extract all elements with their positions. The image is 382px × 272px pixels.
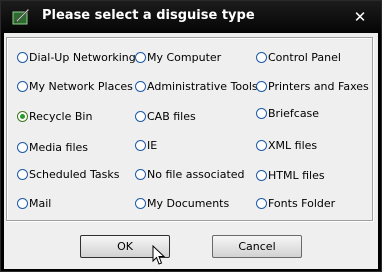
option-label: Briefcase	[268, 106, 320, 120]
application-icon	[12, 8, 34, 26]
option-label: Recycle Bin	[29, 109, 93, 123]
option-my-network-places[interactable]: My Network Places	[17, 78, 133, 94]
cancel-button[interactable]: Cancel	[212, 235, 302, 258]
option-fonts-folder[interactable]: Fonts Folder	[256, 195, 335, 211]
radio-icon[interactable]	[135, 51, 146, 63]
option-label: HTML files	[268, 168, 325, 182]
option-label: Control Panel	[268, 50, 341, 64]
radio-icon[interactable]	[135, 110, 146, 122]
radio-icon[interactable]	[256, 197, 267, 209]
radio-icon[interactable]	[135, 197, 146, 209]
option-label: My Documents	[147, 196, 230, 210]
option-scheduled-tasks[interactable]: Scheduled Tasks	[17, 166, 120, 182]
option-label: My Network Places	[29, 79, 133, 93]
radio-icon[interactable]	[17, 51, 28, 63]
option-printers-and-faxes[interactable]: Printers and Faxes	[256, 78, 369, 94]
radio-icon[interactable]	[256, 139, 267, 151]
option-label: Scheduled Tasks	[29, 167, 120, 181]
mouse-pointer-icon	[152, 244, 166, 267]
radio-icon[interactable]	[17, 168, 28, 180]
option-label: Media files	[29, 140, 89, 154]
option-html-files[interactable]: HTML files	[256, 167, 325, 183]
option-xml-files[interactable]: XML files	[256, 137, 317, 153]
radio-icon[interactable]	[256, 107, 267, 119]
option-label: CAB files	[147, 109, 196, 123]
option-label: No file associated	[147, 167, 245, 181]
option-label: Dial-Up Networking	[29, 50, 136, 64]
option-administrative-tools[interactable]: Administrative Tools	[135, 78, 258, 94]
option-no-file-associated[interactable]: No file associated	[135, 166, 245, 182]
option-my-computer[interactable]: My Computer	[135, 49, 221, 65]
radio-icon[interactable]	[256, 169, 267, 181]
option-label: XML files	[268, 138, 318, 152]
option-label: Administrative Tools	[147, 79, 258, 93]
radio-icon[interactable]	[256, 51, 267, 63]
dialog-window: Please select a disguise type ✕ Dial-Up …	[0, 0, 382, 272]
option-label: Mail	[29, 196, 52, 210]
radio-icon[interactable]	[135, 80, 146, 92]
close-icon[interactable]: ✕	[353, 10, 367, 25]
radio-icon[interactable]	[256, 80, 267, 92]
dialog-title: Please select a disguise type	[42, 8, 255, 23]
radio-checked-icon[interactable]	[17, 110, 28, 122]
radio-icon[interactable]	[17, 197, 28, 209]
option-media-files[interactable]: Media files	[17, 139, 88, 155]
option-label: My Computer	[147, 50, 222, 64]
option-cab-files[interactable]: CAB files	[135, 108, 196, 124]
radio-icon[interactable]	[17, 80, 28, 92]
title-bar[interactable]: Please select a disguise type ✕	[1, 1, 381, 33]
option-mail[interactable]: Mail	[17, 195, 51, 211]
option-my-documents[interactable]: My Documents	[135, 195, 229, 211]
option-label: Printers and Faxes	[268, 79, 369, 93]
option-label: IE	[147, 138, 158, 152]
radio-icon[interactable]	[17, 141, 28, 153]
option-control-panel[interactable]: Control Panel	[256, 49, 341, 65]
radio-icon[interactable]	[135, 168, 146, 180]
option-label: Fonts Folder	[268, 196, 336, 210]
radio-icon[interactable]	[135, 139, 146, 151]
option-briefcase[interactable]: Briefcase	[256, 105, 319, 121]
dialog-body: Dial-Up Networking My Computer Control P…	[4, 33, 378, 269]
option-ie[interactable]: IE	[135, 137, 157, 153]
option-recycle-bin[interactable]: Recycle Bin	[17, 108, 92, 124]
option-dial-up-networking[interactable]: Dial-Up Networking	[17, 49, 136, 65]
